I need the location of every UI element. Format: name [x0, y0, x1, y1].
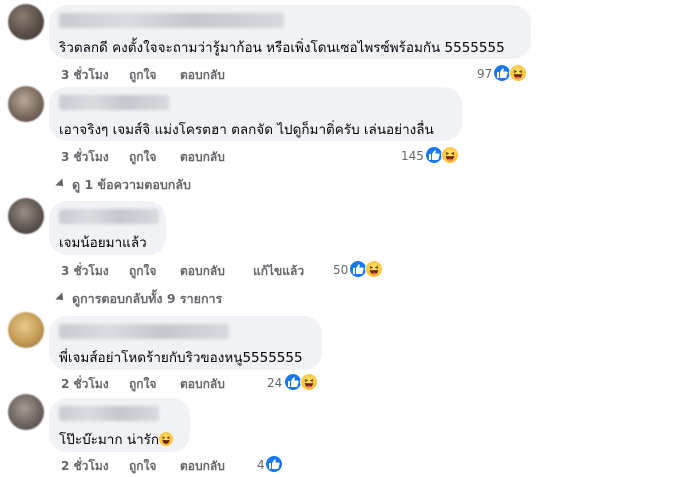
reply-button[interactable]: ตอบกลับ	[180, 148, 225, 167]
laughing-face-icon[interactable]	[300, 373, 318, 391]
reply-button[interactable]: ตอบกลับ	[180, 375, 225, 394]
avatar[interactable]	[8, 394, 44, 430]
laughing-face-icon[interactable]	[365, 260, 383, 278]
comment-text: เจมน้อยมาแล้ว	[59, 235, 147, 251]
reaction-count[interactable]: 50	[333, 263, 348, 277]
reply-arrow-icon	[55, 292, 67, 304]
reply-button[interactable]: ตอบกลับ	[180, 457, 225, 476]
like-button[interactable]: ถูกใจ	[129, 148, 156, 167]
comment-time[interactable]: 2 ชั่วโมง	[61, 457, 109, 476]
author-name-blurred[interactable]	[59, 324, 229, 339]
laughing-face-icon[interactable]	[509, 64, 527, 82]
comment-time[interactable]: 3 ชั่วโมง	[61, 148, 109, 167]
comment-text: ริวตลกดี คงตั้งใจจะถามว่ารู้มาก้อน หรือเ…	[59, 40, 505, 56]
grinning-squint-emoji-icon	[159, 432, 174, 446]
reaction-count[interactable]: 24	[267, 376, 282, 390]
view-replies-link[interactable]: ดูการตอบกลับทั้ง 9 รายการ	[55, 289, 222, 309]
edited-label[interactable]: แก้ไขแล้ว	[253, 262, 304, 281]
comment-time[interactable]: 3 ชั่วโมง	[61, 66, 109, 85]
comment-bubble: โป๊ะบ๊ะมาก น่ารัก	[49, 398, 190, 452]
author-name-blurred[interactable]	[59, 406, 159, 421]
author-name-blurred[interactable]	[59, 209, 159, 224]
author-name-blurred[interactable]	[59, 13, 284, 28]
like-button[interactable]: ถูกใจ	[129, 66, 156, 85]
laughing-face-icon[interactable]	[441, 146, 459, 164]
reply-button[interactable]: ตอบกลับ	[180, 262, 225, 281]
reaction-count[interactable]: 97	[477, 67, 492, 81]
comment-text: โป๊ะบ๊ะมาก น่ารัก	[59, 428, 174, 450]
like-button[interactable]: ถูกใจ	[129, 375, 156, 394]
reply-arrow-icon	[55, 178, 67, 190]
comment-bubble: เจมน้อยมาแล้ว	[49, 201, 166, 255]
reply-button[interactable]: ตอบกลับ	[180, 66, 225, 85]
comment-bubble: ริวตลกดี คงตั้งใจจะถามว่ารู้มาก้อน หรือเ…	[49, 5, 531, 59]
comment-text: เอาจริงๆ เจมส์จิ แม่งโครตฮา ตลกจัด ไปดูก…	[59, 122, 434, 138]
avatar[interactable]	[8, 312, 44, 348]
avatar[interactable]	[8, 4, 44, 40]
view-replies-link[interactable]: ดู 1 ข้อความตอบกลับ	[55, 175, 191, 195]
thumbs-up-icon[interactable]	[265, 455, 283, 473]
comment-time[interactable]: 3 ชั่วโมง	[61, 262, 109, 281]
avatar[interactable]	[8, 198, 44, 234]
author-name-blurred[interactable]	[59, 95, 169, 110]
like-button[interactable]: ถูกใจ	[129, 457, 156, 476]
reaction-count[interactable]: 145	[401, 149, 424, 163]
like-button[interactable]: ถูกใจ	[129, 262, 156, 281]
comment-text: พี่เจมส์อย่าโหดร้ายกับริวของหนู5555555	[59, 350, 303, 366]
reaction-count[interactable]: 4	[257, 458, 265, 472]
avatar[interactable]	[8, 86, 44, 122]
comment-time[interactable]: 2 ชั่วโมง	[61, 375, 109, 394]
comment-bubble: พี่เจมส์อย่าโหดร้ายกับริวของหนู5555555	[49, 316, 322, 370]
comment-bubble: เอาจริงๆ เจมส์จิ แม่งโครตฮา ตลกจัด ไปดูก…	[49, 87, 462, 141]
